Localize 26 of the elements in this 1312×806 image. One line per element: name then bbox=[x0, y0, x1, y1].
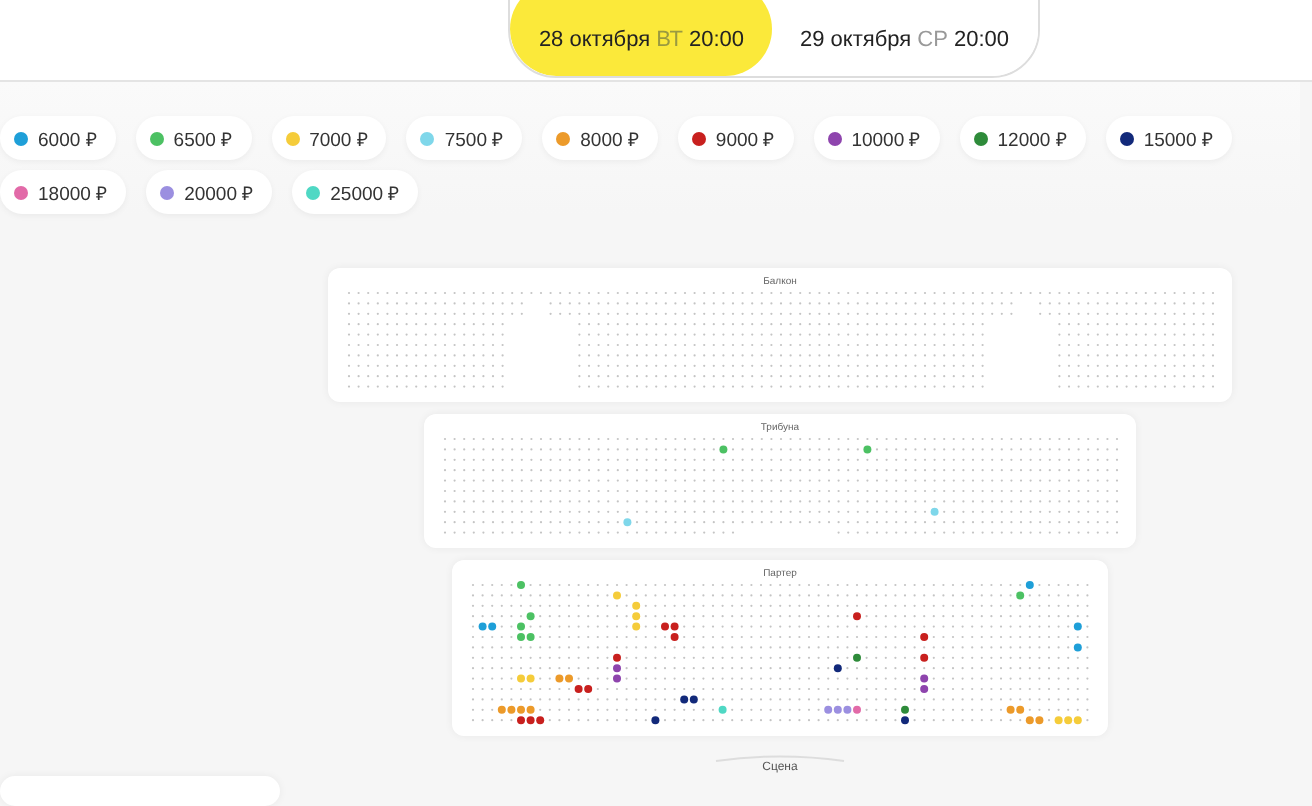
price-filter-chip[interactable]: 9000 ₽ bbox=[677, 116, 794, 160]
price-filter-chip[interactable]: 8000 ₽ bbox=[542, 116, 658, 160]
date-tab[interactable]: 28 октября ВТ 20:00 bbox=[510, 0, 773, 76]
price-label: 20000 ₽ bbox=[184, 181, 255, 205]
price-filter-chip[interactable]: 6000 ₽ bbox=[0, 116, 116, 160]
price-label: 9000 ₽ bbox=[715, 127, 776, 151]
price-filter-chip[interactable]: 10000 ₽ bbox=[813, 116, 940, 160]
price-label: 25000 ₽ bbox=[330, 181, 401, 205]
price-label: 15000 ₽ bbox=[1143, 127, 1214, 151]
price-label: 7500 ₽ bbox=[444, 127, 505, 151]
price-filter-chip[interactable]: 20000 ₽ bbox=[146, 170, 273, 214]
price-filter-chip[interactable]: 6500 ₽ bbox=[135, 116, 252, 160]
price-filter-chip[interactable]: 7000 ₽ bbox=[271, 116, 387, 160]
price-filter-chip[interactable]: 15000 ₽ bbox=[1105, 116, 1232, 160]
price-label: 18000 ₽ bbox=[38, 181, 109, 205]
price-label: 10000 ₽ bbox=[851, 127, 922, 151]
price-filter-chip[interactable]: 25000 ₽ bbox=[292, 170, 419, 214]
price-label: 12000 ₽ bbox=[997, 127, 1068, 151]
price-filter-chip[interactable]: 12000 ₽ bbox=[959, 116, 1086, 160]
price-label: 6500 ₽ bbox=[173, 127, 234, 151]
price-label: 8000 ₽ bbox=[580, 127, 640, 151]
price-filter-chip[interactable]: 18000 ₽ bbox=[0, 170, 127, 214]
price-filter-chip[interactable]: 7500 ₽ bbox=[406, 116, 523, 160]
stage-arc-icon bbox=[714, 753, 846, 762]
price-label: 6000 ₽ bbox=[38, 127, 98, 151]
price-label: 7000 ₽ bbox=[309, 127, 369, 151]
